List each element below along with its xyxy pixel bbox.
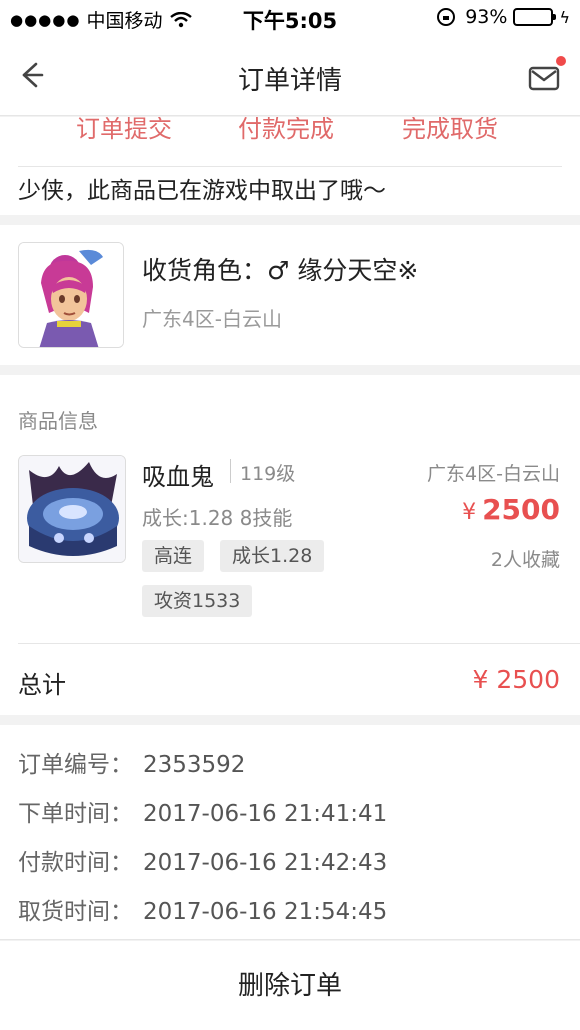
- rotation-lock-icon: [437, 8, 456, 26]
- price-currency: ¥: [462, 500, 477, 525]
- mail-icon[interactable]: [528, 62, 562, 92]
- pickup-notice: 少侠，此商品已在游戏中取出了哦～: [0, 167, 580, 215]
- payment-time-row: 付款时间： 2017-06-16 21:42:43: [18, 843, 387, 877]
- pet-favorites: 2人收藏: [490, 549, 560, 571]
- step-submitted: 订单提交: [76, 117, 172, 143]
- charging-icon: ϟ: [559, 7, 570, 27]
- step-picked-up: 完成取货: [402, 117, 498, 143]
- battery-percent: 93%: [465, 6, 508, 28]
- tag-gaolian: 高连: [142, 540, 205, 572]
- delete-order-button[interactable]: 删除订单: [0, 965, 580, 1002]
- goods-divider: [18, 643, 580, 644]
- nav-bar: 订单详情: [0, 38, 580, 116]
- pet-server: 广东4区-白云山: [427, 463, 560, 485]
- price-value: 2500: [482, 493, 560, 526]
- order-time-row: 下单时间： 2017-06-16 21:41:41: [18, 794, 387, 828]
- pickup-time-row: 取货时间： 2017-06-16 21:54:45: [18, 892, 387, 926]
- pet-thumbnail-icon: [19, 456, 125, 562]
- role-server: 广东4区-白云山: [142, 307, 282, 331]
- order-number-value: 2353592: [143, 752, 246, 778]
- page-title: 订单详情: [237, 66, 342, 96]
- battery-icon: [513, 8, 557, 26]
- notification-dot: [556, 56, 566, 66]
- status-right: 93% ϟ: [437, 6, 570, 28]
- order-steps: 订单提交 付款完成 完成取货: [0, 117, 580, 167]
- order-number-row: 订单编号： 2353592: [18, 745, 245, 779]
- pet-growth-skills: 成长:1.28 8技能: [142, 506, 293, 530]
- action-bar: 删除订单: [0, 941, 580, 1030]
- pickup-time-label: 取货时间：: [18, 899, 133, 925]
- status-bar: ●●●●● 中国移动 下午5:05 93% ϟ: [0, 0, 580, 38]
- goods-header: 商品信息: [18, 409, 98, 433]
- total-label: 总计: [18, 671, 66, 699]
- order-time-value: 2017-06-16 21:41:41: [143, 801, 388, 827]
- pet-level: 119级: [240, 463, 296, 485]
- tag-attack-aptitude: 攻资1533: [142, 585, 253, 617]
- pickup-time-value: 2017-06-16 21:54:45: [143, 899, 388, 925]
- role-avatar: [18, 242, 124, 348]
- total-value: ¥ 2500: [472, 665, 560, 694]
- tag-growth: 成长1.28: [220, 540, 325, 572]
- order-time-label: 下单时间：: [18, 801, 133, 827]
- receiving-role-card: 收货角色：♂ 缘分天空※ 广东4区-白云山: [0, 225, 580, 365]
- payment-time-value: 2017-06-16 21:42:43: [143, 850, 388, 876]
- pet-name: 吸血鬼: [142, 463, 214, 491]
- pet-price: ¥2500: [462, 493, 560, 526]
- pet-name-separator: [230, 459, 231, 483]
- order-info: 订单编号： 2353592 下单时间： 2017-06-16 21:41:41 付款…: [0, 725, 580, 940]
- order-number-label: 订单编号：: [18, 752, 133, 778]
- payment-time-label: 付款时间：: [18, 850, 133, 876]
- goods-section: 商品信息 吸血鬼 119级 广东4区-白云山 成长:1.28 8技能 ¥2500…: [0, 375, 580, 715]
- step-paid: 付款完成: [238, 117, 334, 143]
- role-name: 收货角色：♂ 缘分天空※: [142, 256, 419, 285]
- pet-image[interactable]: [18, 455, 126, 563]
- character-avatar-icon: [19, 243, 123, 347]
